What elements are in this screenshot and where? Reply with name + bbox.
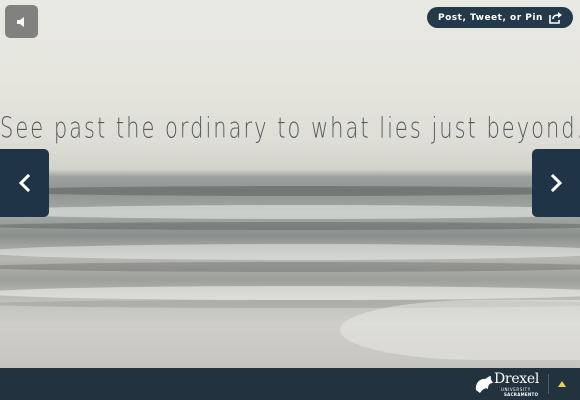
chevron-right-icon xyxy=(550,174,563,192)
share-icon xyxy=(549,12,562,24)
footer-bar: Drexel UNIVERSITY SACRAMENTO xyxy=(0,368,580,400)
wave xyxy=(0,286,580,300)
chevron-left-icon xyxy=(18,174,30,192)
previous-slide-button[interactable] xyxy=(0,149,49,217)
wave xyxy=(0,222,580,230)
sound-toggle-button[interactable] xyxy=(5,5,38,38)
drexel-logo[interactable]: Drexel UNIVERSITY SACRAMENTO xyxy=(473,371,541,397)
slide-tagline: See past the ordinary to what lies just … xyxy=(0,111,580,145)
share-button[interactable]: Post, Tweet, or Pin xyxy=(427,7,573,28)
wave xyxy=(0,244,580,260)
dragon-icon xyxy=(475,376,493,393)
wave xyxy=(0,205,580,219)
next-slide-button[interactable] xyxy=(532,149,580,217)
speaker-icon xyxy=(16,16,24,27)
logo-name: Drexel xyxy=(494,371,540,387)
logo-campus: SACRAMENTO xyxy=(504,392,539,397)
footer-divider xyxy=(548,374,549,394)
triangle-up-icon[interactable] xyxy=(557,380,567,388)
slide-background: See past the ordinary to what lies just … xyxy=(0,0,580,368)
wave xyxy=(0,186,580,196)
shore-foam xyxy=(340,300,580,360)
wave xyxy=(0,262,580,272)
share-label: Post, Tweet, or Pin xyxy=(438,12,543,23)
